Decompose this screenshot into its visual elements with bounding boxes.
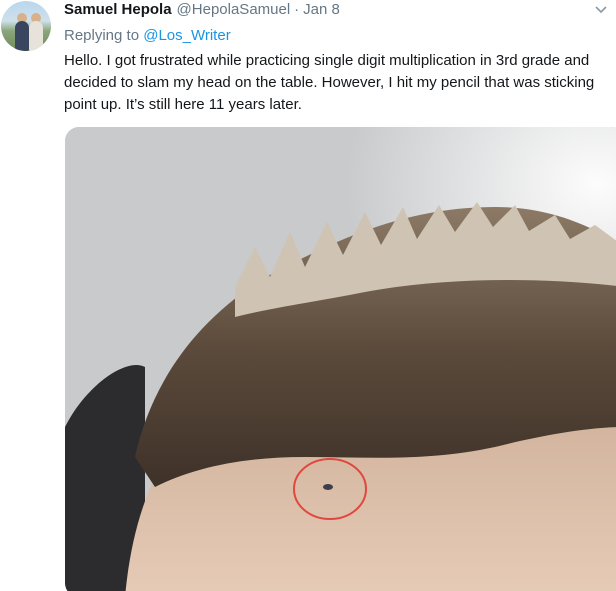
tweet-text-line: decided to slam my head on the table. Ho… — [64, 74, 595, 91]
photo-image — [65, 127, 616, 591]
chevron-down-icon[interactable] — [594, 4, 608, 16]
avatar[interactable] — [1, 1, 51, 51]
author-handle[interactable]: @HepolaSamuel — [177, 0, 291, 20]
separator-dot: · — [294, 1, 300, 18]
tweet-date[interactable]: Jan 8 — [303, 0, 340, 20]
replying-to-label: Replying to — [64, 27, 144, 44]
tweet-photo[interactable] — [65, 127, 616, 591]
tweet-text: Hello. I got frustrated while practicing… — [64, 50, 616, 116]
tweet-text-line: point up. It’s still here 11 years later… — [64, 96, 302, 113]
tweet-header: Samuel Hepola @HepolaSamuel · Jan 8 — [64, 0, 340, 22]
tweet-text-line: Hello. I got frustrated while practicing… — [64, 52, 590, 69]
mention-link[interactable]: @Los_Writer — [143, 27, 230, 44]
author-name[interactable]: Samuel Hepola — [64, 0, 172, 20]
replying-to: Replying to @Los_Writer — [64, 26, 231, 46]
tweet: Samuel Hepola @HepolaSamuel · Jan 8 Repl… — [0, 0, 616, 591]
